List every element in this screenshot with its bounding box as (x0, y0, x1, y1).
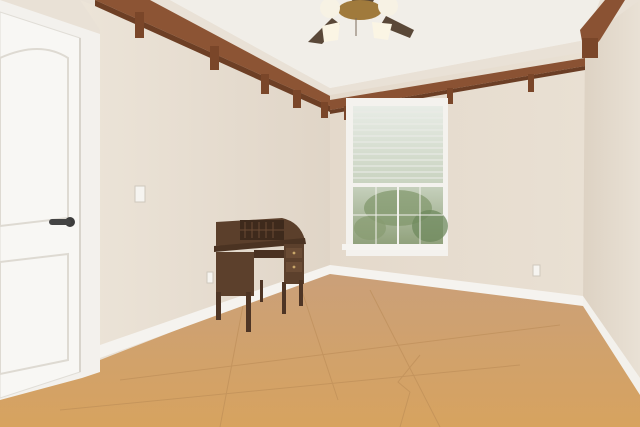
door-panel-icon (0, 0, 100, 400)
room-photo (0, 0, 640, 427)
wall-outlet-icon (206, 271, 214, 284)
window-blinds-icon (342, 98, 448, 256)
room-illustration (0, 0, 640, 427)
light-switch-icon (134, 185, 146, 203)
